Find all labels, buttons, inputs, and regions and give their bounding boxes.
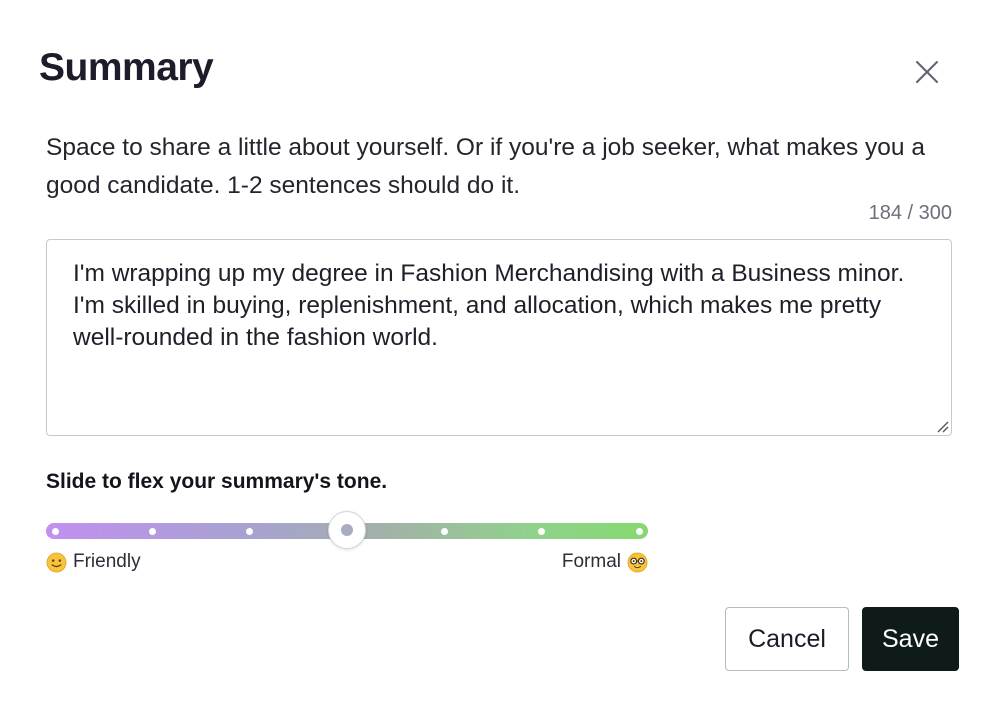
tone-max-label: Formal — [562, 551, 648, 573]
character-counter: 184 / 300 — [868, 202, 952, 224]
tone-min-label: Friendly — [46, 551, 141, 573]
summary-textarea[interactable]: I'm wrapping up my degree in Fashion Mer… — [46, 239, 952, 436]
summary-text-value[interactable]: I'm wrapping up my degree in Fashion Mer… — [73, 258, 923, 354]
close-icon — [916, 61, 938, 83]
tone-slider-tick[interactable] — [635, 528, 643, 535]
tone-slider-tick[interactable] — [440, 528, 448, 535]
dialog-description: Space to share a little about yourself. … — [46, 134, 925, 199]
tone-slider-thumb[interactable] — [328, 511, 366, 549]
save-button[interactable]: Save — [862, 607, 959, 671]
resize-handle-icon[interactable] — [935, 419, 949, 433]
dialog-title: Summary — [39, 46, 214, 89]
tone-slider-label: Slide to flex your summary's tone. — [46, 470, 388, 493]
tone-slider-tick[interactable] — [51, 528, 59, 535]
summary-dialog: Summary Space to share a little about yo… — [0, 0, 988, 710]
tone-slider[interactable] — [46, 511, 648, 549]
tone-slider-thumb-dot — [341, 524, 353, 536]
nerd-face-icon — [627, 552, 648, 572]
tone-slider-tick[interactable] — [148, 528, 156, 535]
tone-max-text: Formal — [561, 551, 621, 572]
close-button[interactable] — [905, 50, 949, 94]
slightly-smiling-face-icon — [46, 552, 67, 572]
tone-min-text: Friendly — [73, 551, 141, 572]
cancel-button[interactable]: Cancel — [725, 607, 849, 671]
